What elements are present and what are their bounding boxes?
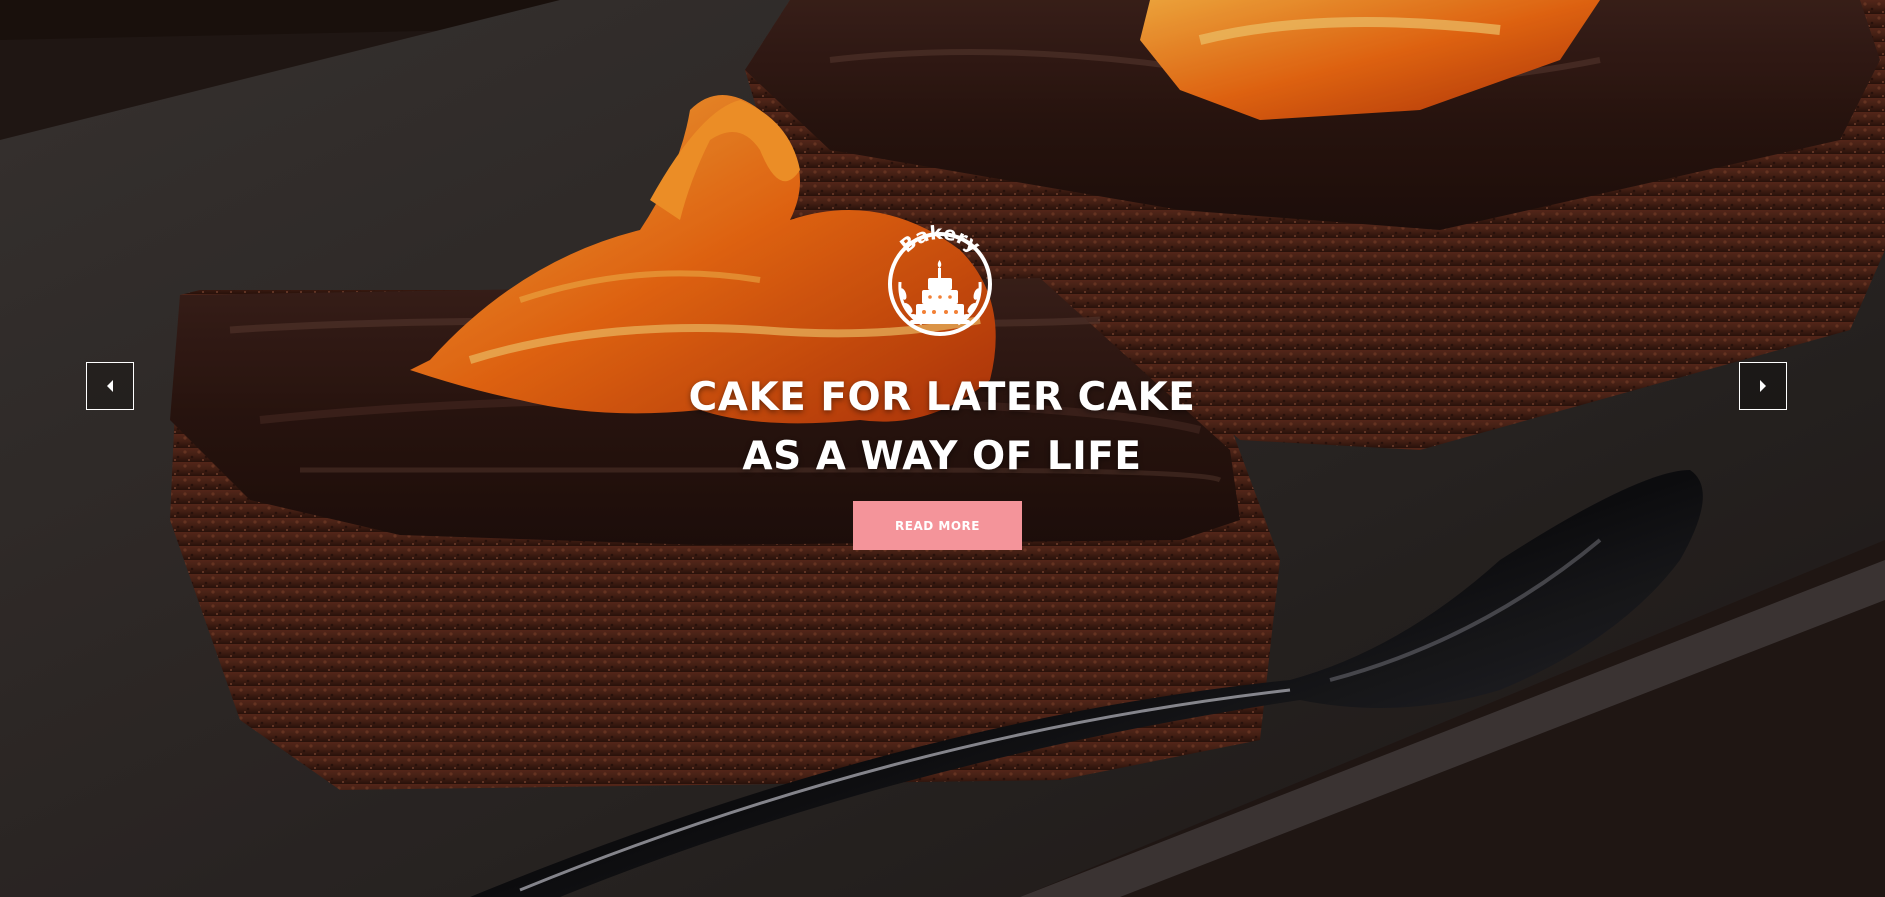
slider-prev-button[interactable] (86, 362, 134, 410)
slide-headline: CAKE FOR LATER CAKE AS A WAY OF LIFE (642, 368, 1242, 486)
headline-line-2: AS A WAY OF LIFE (742, 434, 1142, 479)
read-more-button[interactable]: READ MORE (853, 501, 1022, 550)
caret-left-icon (107, 380, 113, 392)
slider-next-button[interactable] (1739, 362, 1787, 410)
caret-right-icon (1760, 380, 1766, 392)
hero-slider: Bakery CAKE FOR LATER CAKE AS A WAY OF L… (0, 0, 1885, 897)
headline-line-1: CAKE FOR LATER CAKE (688, 375, 1196, 420)
bakery-logo[interactable]: Bakery (876, 212, 1004, 340)
svg-text:Bakery: Bakery (896, 222, 985, 258)
